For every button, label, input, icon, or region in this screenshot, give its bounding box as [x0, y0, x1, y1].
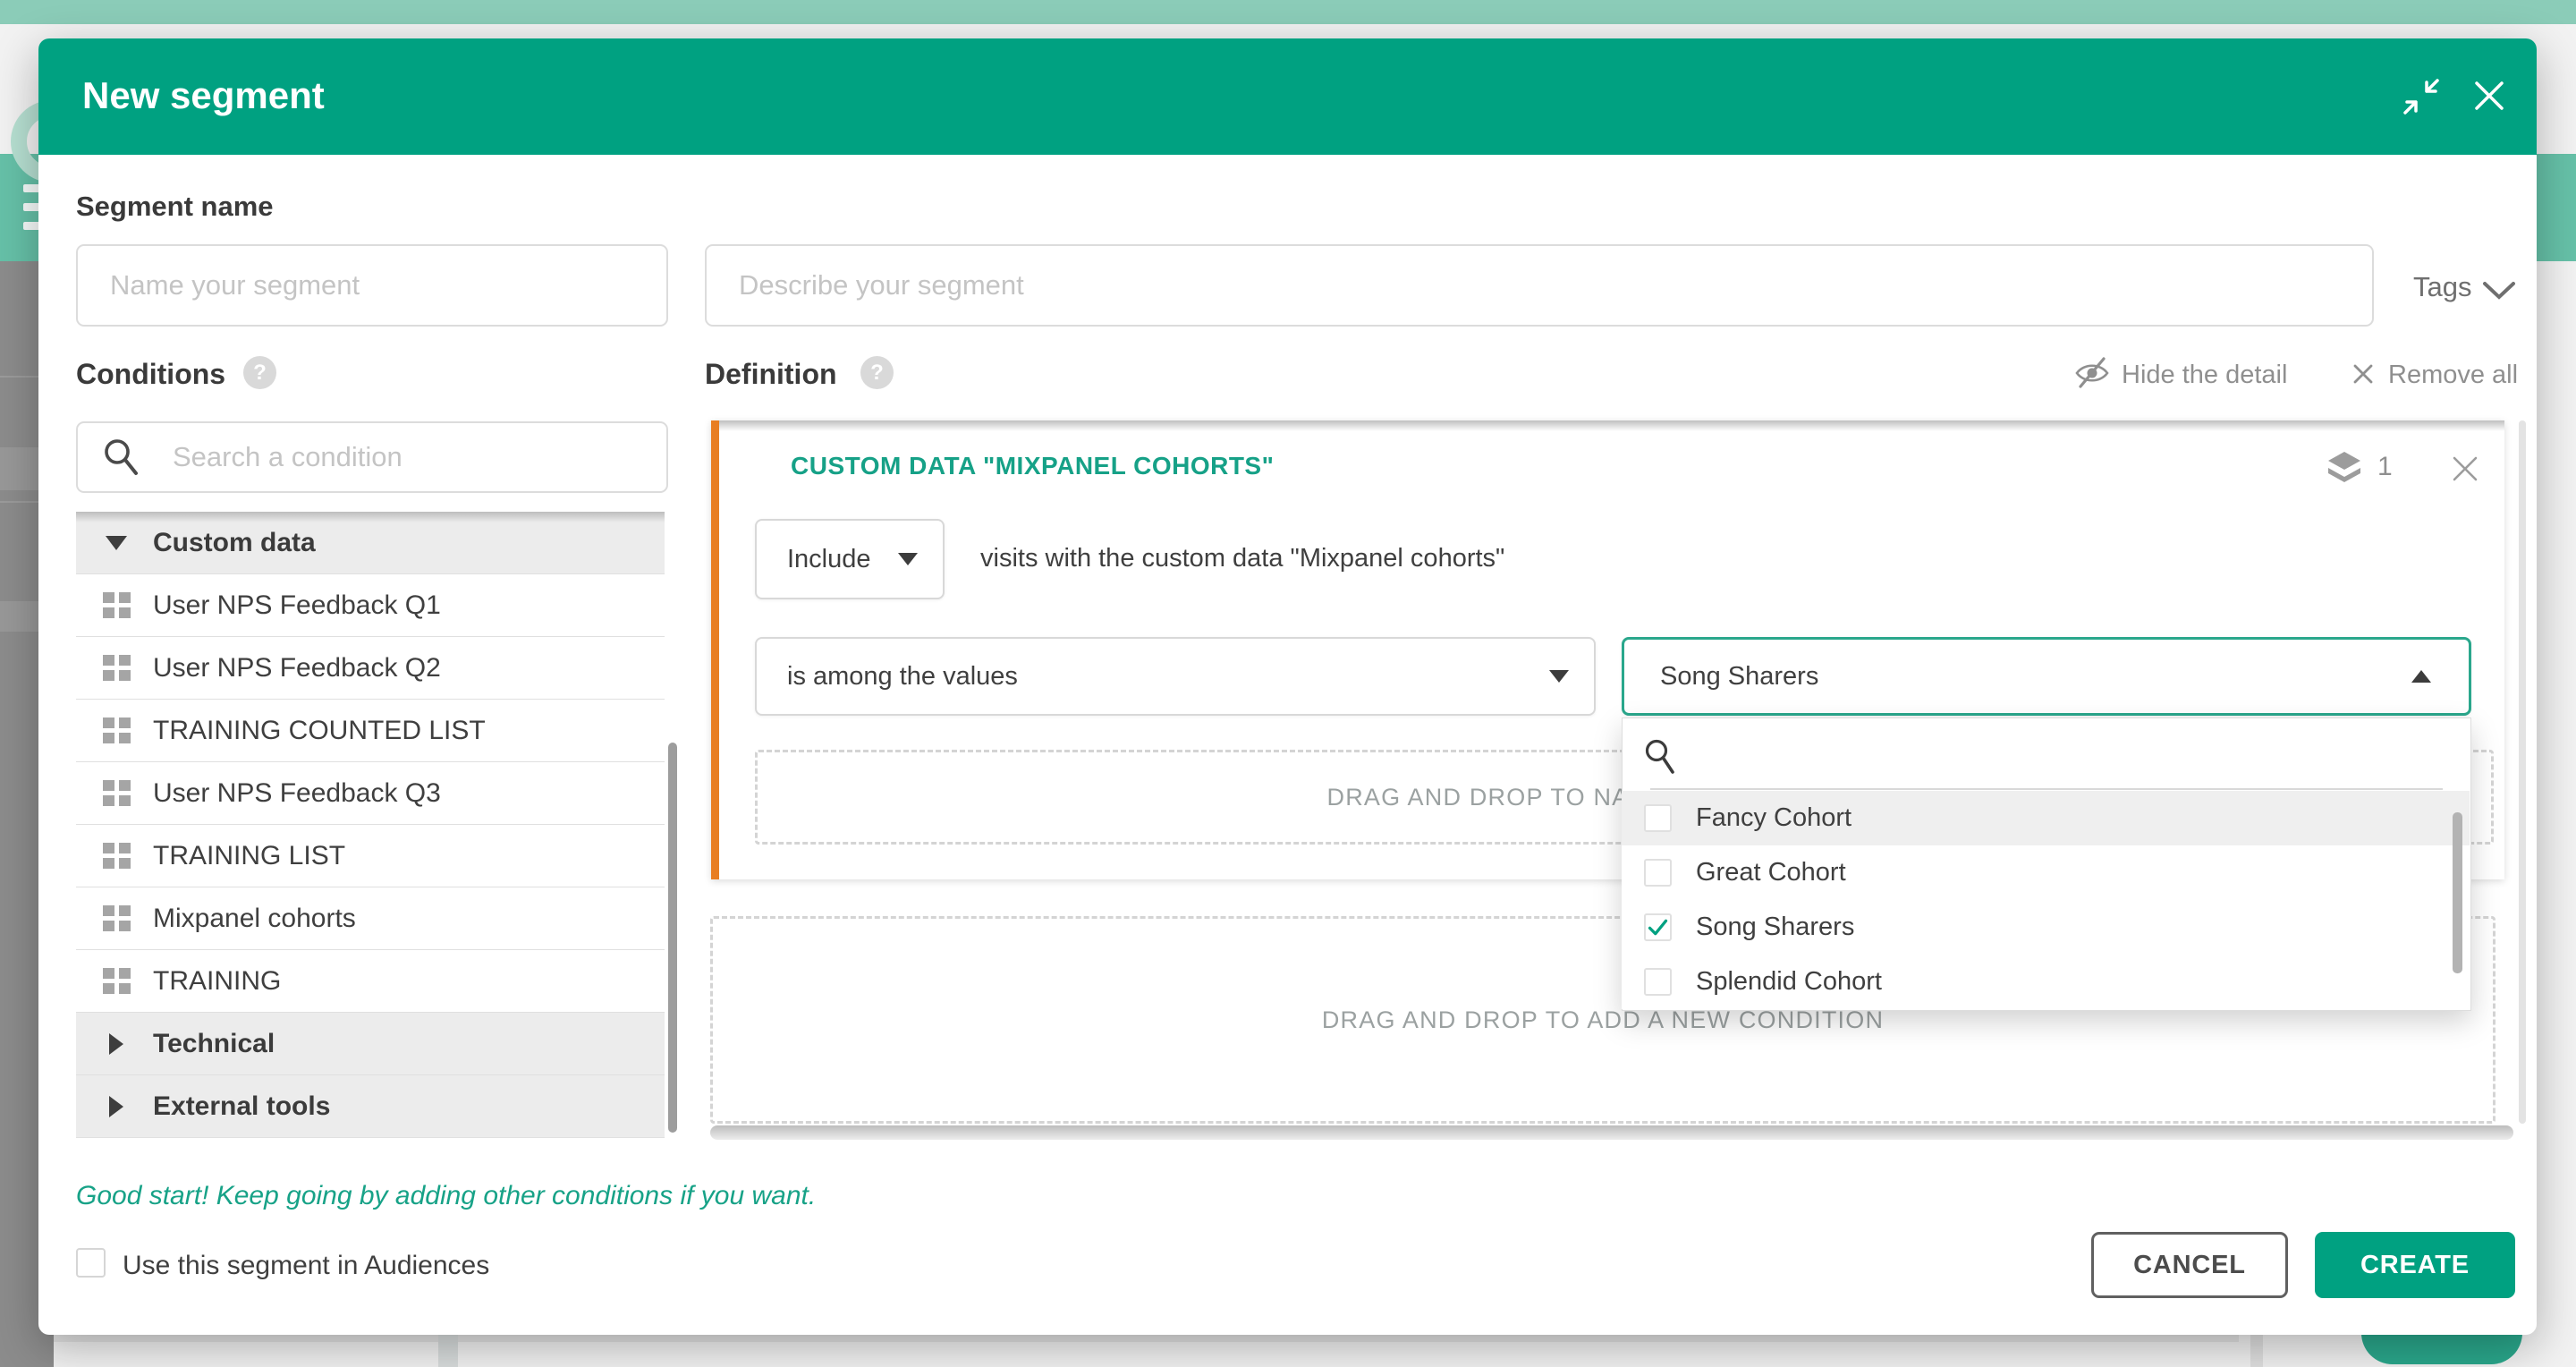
modal-header — [38, 38, 2537, 155]
drag-handle-icon[interactable] — [100, 968, 132, 994]
screen: New segment Segment name Tags Conditions… — [0, 0, 2576, 1367]
close-icon[interactable] — [2469, 75, 2510, 121]
definition-heading: Definition — [705, 358, 837, 391]
condition-card-title: CUSTOM DATA "MIXPANEL COHORTS" — [791, 452, 1274, 480]
cohort-search-input[interactable] — [1690, 729, 2317, 781]
drag-handle-icon[interactable] — [100, 905, 132, 931]
eye-slash-icon[interactable] — [2073, 354, 2111, 396]
drag-handle-icon[interactable] — [100, 717, 132, 743]
panel-separator — [1650, 788, 2443, 790]
caret-down-icon — [898, 553, 918, 565]
drag-handle-icon[interactable] — [100, 655, 132, 681]
cancel-button[interactable]: CANCEL — [2091, 1232, 2288, 1298]
layers-icon — [2324, 447, 2365, 493]
caret-down-icon — [1549, 670, 1569, 683]
condition-item[interactable]: TRAINING — [76, 950, 665, 1013]
tags-dropdown-label[interactable]: Tags — [2413, 271, 2471, 303]
include-select[interactable]: Include — [755, 519, 945, 599]
checkbox-unchecked[interactable] — [1644, 804, 1672, 832]
drag-handle-icon[interactable] — [100, 843, 132, 869]
checkbox-unchecked[interactable] — [1644, 859, 1672, 887]
chevron-down-icon[interactable] — [2480, 279, 2518, 307]
definition-horizontal-scrollbar[interactable] — [710, 1125, 2513, 1140]
conditions-heading: Conditions — [76, 358, 225, 391]
audiences-checkbox[interactable] — [76, 1248, 106, 1278]
condition-item[interactable]: Mixpanel cohorts — [76, 887, 665, 950]
checkbox-unchecked[interactable] — [1644, 968, 1672, 996]
cohort-option[interactable]: Splendid Cohort — [1622, 955, 2470, 1009]
condition-item[interactable]: TRAINING LIST — [76, 825, 665, 887]
search-icon — [1643, 737, 1679, 781]
help-icon[interactable]: ? — [243, 356, 276, 389]
help-icon[interactable]: ? — [860, 356, 894, 389]
segment-name-input[interactable] — [76, 244, 668, 327]
cohort-option[interactable]: Fancy Cohort — [1622, 791, 2470, 845]
cohort-option[interactable]: Great Cohort — [1622, 845, 2470, 900]
remove-condition-icon[interactable] — [2449, 453, 2481, 489]
checkbox-checked[interactable] — [1644, 913, 1672, 941]
condition-list: Custom data User NPS Feedback Q1 User NP… — [76, 512, 665, 1138]
check-icon — [1646, 915, 1670, 939]
condition-group-external-tools[interactable]: External tools — [76, 1075, 665, 1138]
cohort-options: Fancy Cohort Great Cohort Song Sharers S… — [1622, 791, 2470, 1009]
remove-all-button[interactable]: Remove all — [2388, 361, 2518, 390]
card-top-shadow — [719, 420, 2504, 431]
modal-title: New segment — [82, 74, 325, 117]
collapse-icon[interactable] — [2402, 77, 2441, 121]
drag-handle-icon[interactable] — [100, 592, 132, 618]
segment-name-label: Segment name — [76, 191, 274, 223]
page-top-strip — [0, 0, 2576, 24]
condition-search-input[interactable] — [173, 430, 656, 484]
condition-sentence: visits with the custom data "Mixpanel co… — [980, 544, 1504, 573]
stack-count-badge: 1 — [2377, 452, 2393, 482]
conditions-scrollbar[interactable] — [668, 743, 677, 1133]
list-top-shadow — [76, 512, 665, 522]
dropdown-scrollbar[interactable] — [2453, 812, 2462, 973]
hide-detail-button[interactable]: Hide the detail — [2122, 361, 2287, 390]
condition-item[interactable]: User NPS Feedback Q3 — [76, 762, 665, 825]
remove-all-icon[interactable] — [2351, 361, 2376, 391]
condition-item[interactable]: User NPS Feedback Q1 — [76, 574, 665, 637]
search-icon — [101, 436, 142, 483]
operator-select[interactable]: is among the values — [755, 637, 1596, 716]
definition-vertical-scrollbar[interactable] — [2519, 420, 2526, 1124]
hint-message: Good start! Keep going by adding other c… — [76, 1181, 816, 1211]
condition-item[interactable]: TRAINING COUNTED LIST — [76, 700, 665, 762]
triangle-right-icon — [100, 1033, 132, 1055]
cohort-value-select[interactable]: Song Sharers — [1622, 637, 2471, 716]
caret-up-icon — [2411, 670, 2431, 683]
audiences-label: Use this segment in Audiences — [123, 1251, 489, 1281]
condition-group-technical[interactable]: Technical — [76, 1013, 665, 1075]
cohort-option[interactable]: Song Sharers — [1622, 900, 2470, 955]
segment-description-input[interactable] — [705, 244, 2374, 327]
condition-item[interactable]: User NPS Feedback Q2 — [76, 637, 665, 700]
drag-handle-icon[interactable] — [100, 780, 132, 806]
triangle-right-icon — [100, 1096, 132, 1117]
create-button[interactable]: CREATE — [2315, 1232, 2515, 1298]
triangle-down-icon — [100, 536, 132, 550]
